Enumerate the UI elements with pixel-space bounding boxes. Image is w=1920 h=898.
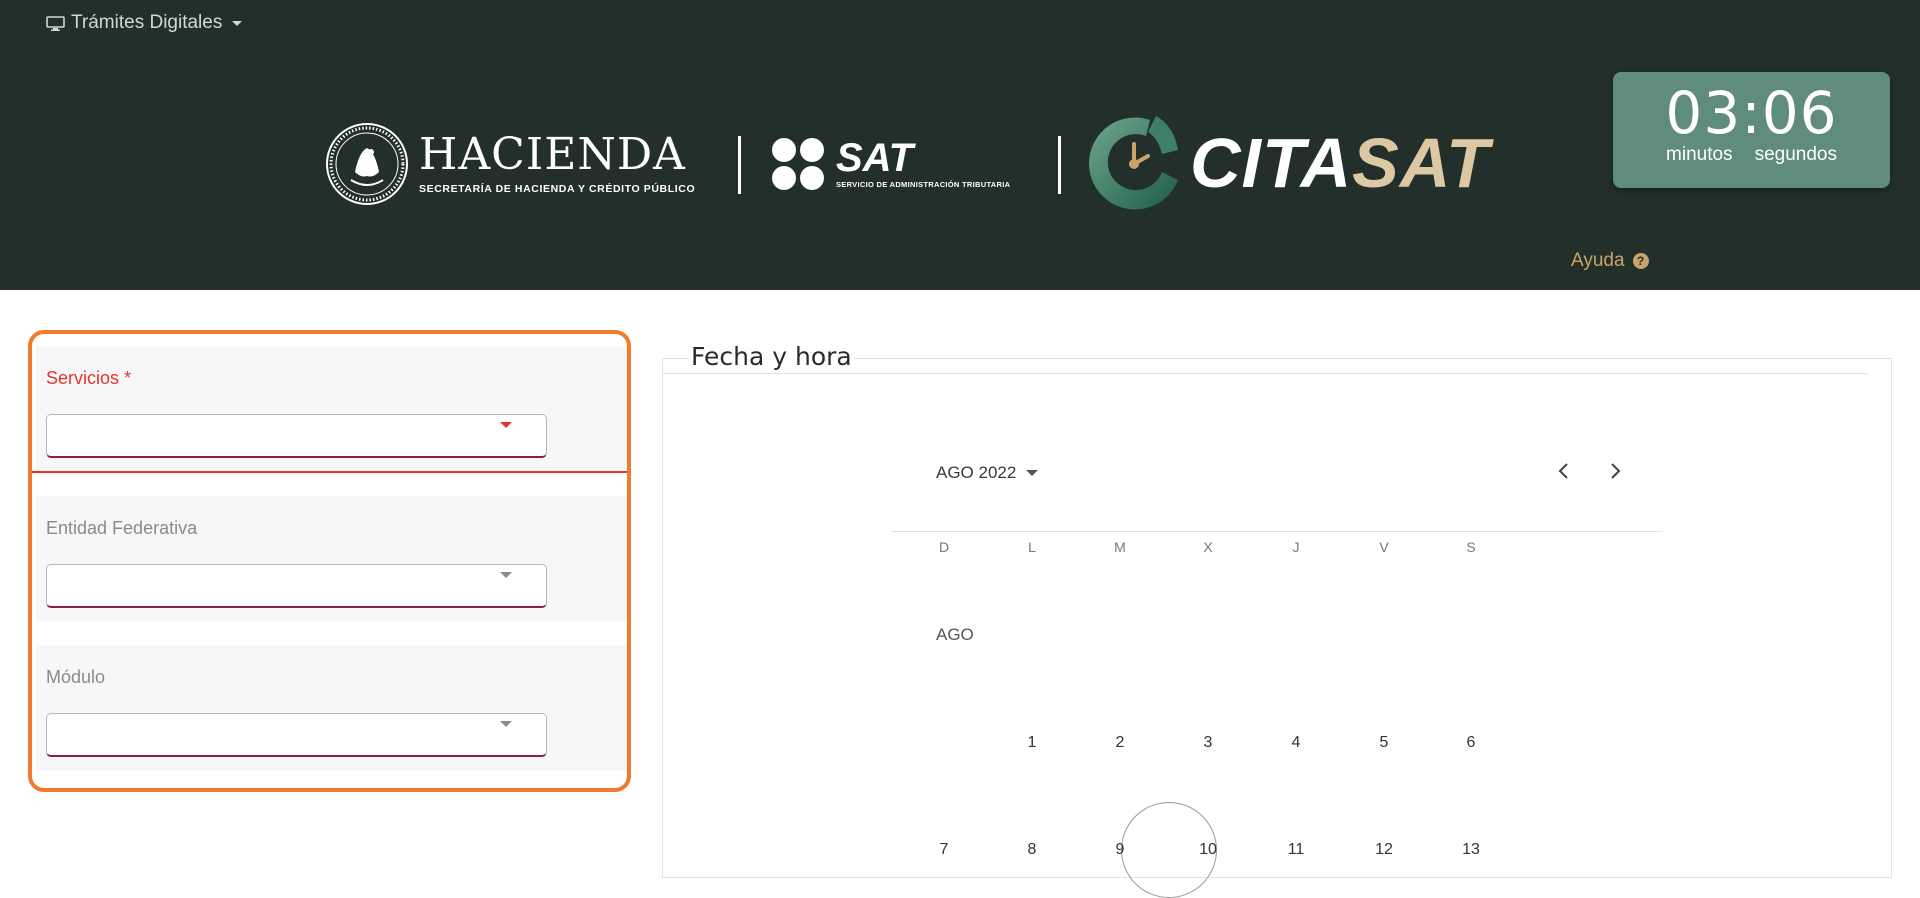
sat-dots-icon <box>772 138 824 190</box>
weekday-label: S <box>1466 539 1476 555</box>
mexico-seal-icon <box>326 123 408 205</box>
chevron-down-icon <box>500 572 512 578</box>
entity-select[interactable] <box>46 564 547 608</box>
sat-subtitle: SERVICIO DE ADMINISTRACIÓN TRIBUTARIA <box>836 180 1011 189</box>
calendar-day[interactable]: 9 <box>1090 841 1150 859</box>
site-header: Trámites Digitales HACIENDA SECRETARÍA D… <box>0 0 1920 290</box>
logo-divider <box>738 136 741 194</box>
module-select[interactable] <box>46 713 547 757</box>
date-time-panel: Fecha y hora AGO 2022 DLMXJVS AGO 123456… <box>662 342 1892 898</box>
sat-title: SAT <box>836 136 914 180</box>
timer-value: 03:06 <box>1665 79 1838 147</box>
weekday-rule <box>891 531 1663 532</box>
calendar-day[interactable]: 8 <box>1002 841 1062 859</box>
calendar-day[interactable]: 5 <box>1354 734 1414 752</box>
hacienda-logo: HACIENDA SECRETARÍA DE HACIENDA Y CRÉDIT… <box>325 122 695 206</box>
weekday-label: L <box>1028 539 1036 555</box>
module-label: Módulo <box>46 667 106 687</box>
chevron-down-icon <box>1026 470 1039 476</box>
countdown-timer: 03:06 minutos segundos <box>1613 72 1890 188</box>
logo-divider <box>1058 136 1061 194</box>
help-link[interactable]: Ayuda ? <box>1571 250 1649 272</box>
services-label: Servicios * <box>46 368 132 388</box>
weekday-label: M <box>1114 539 1126 555</box>
chevron-down-icon <box>232 20 243 26</box>
chevron-down-icon <box>500 721 512 727</box>
entity-field: Entidad Federativa <box>36 496 627 622</box>
tramites-digitales-menu[interactable]: Trámites Digitales <box>46 12 243 34</box>
timer-seconds-label: segundos <box>1754 144 1837 165</box>
calendar-day[interactable]: 4 <box>1266 734 1326 752</box>
question-circle-icon: ? <box>1632 253 1649 269</box>
citasat-word-cita: CITA <box>1190 124 1353 202</box>
calendar-day[interactable]: 13 <box>1441 841 1501 859</box>
appointment-form-panel: Servicios * Entidad Federativa Módulo <box>28 330 631 792</box>
calendar-day[interactable]: 6 <box>1441 734 1501 752</box>
hacienda-subtitle: SECRETARÍA DE HACIENDA Y CRÉDITO PÚBLICO <box>419 183 696 195</box>
calendar-day[interactable]: 2 <box>1090 734 1150 752</box>
clock-logo-icon <box>1089 116 1178 210</box>
hacienda-title: HACIENDA <box>419 129 686 180</box>
chevron-left-icon[interactable] <box>1552 459 1576 483</box>
services-select[interactable] <box>46 414 547 458</box>
chevron-right-icon[interactable] <box>1603 459 1627 483</box>
services-field: Servicios * <box>36 346 627 472</box>
module-field: Módulo <box>36 645 627 771</box>
citasat-wordmark: CITASAT <box>1190 128 1490 198</box>
month-year-select[interactable]: AGO 2022 <box>936 463 1039 483</box>
sat-logo: SAT SERVICIO DE ADMINISTRACIÓN TRIBUTARI… <box>770 136 1010 192</box>
calendar-day[interactable]: 11 <box>1266 841 1326 859</box>
citasat-logo: CITASAT <box>1082 110 1490 216</box>
calendar-day[interactable]: 12 <box>1354 841 1414 859</box>
citasat-word-sat: SAT <box>1352 124 1490 202</box>
chevron-down-icon <box>500 422 512 428</box>
services-error-rule <box>32 471 627 473</box>
month-label: AGO <box>936 625 974 644</box>
weekday-label: D <box>938 539 950 555</box>
title-rule <box>663 373 1867 374</box>
calendar-day[interactable]: 1 <box>1002 734 1062 752</box>
weekday-label: J <box>1292 539 1300 555</box>
weekday-label: X <box>1203 539 1213 555</box>
calendar-day[interactable]: 10 <box>1178 841 1238 859</box>
help-label: Ayuda <box>1571 250 1625 271</box>
weekday-label: V <box>1379 539 1389 555</box>
month-year-label: AGO 2022 <box>936 463 1017 482</box>
calendar-day[interactable]: 3 <box>1178 734 1238 752</box>
calendar-day[interactable]: 7 <box>914 841 974 859</box>
tramites-digitales-label: Trámites Digitales <box>71 12 223 33</box>
timer-minutes-label: minutos <box>1666 144 1733 165</box>
entity-label: Entidad Federativa <box>46 518 198 538</box>
monitor-icon <box>46 15 65 31</box>
date-time-title: Fecha y hora <box>689 342 854 371</box>
